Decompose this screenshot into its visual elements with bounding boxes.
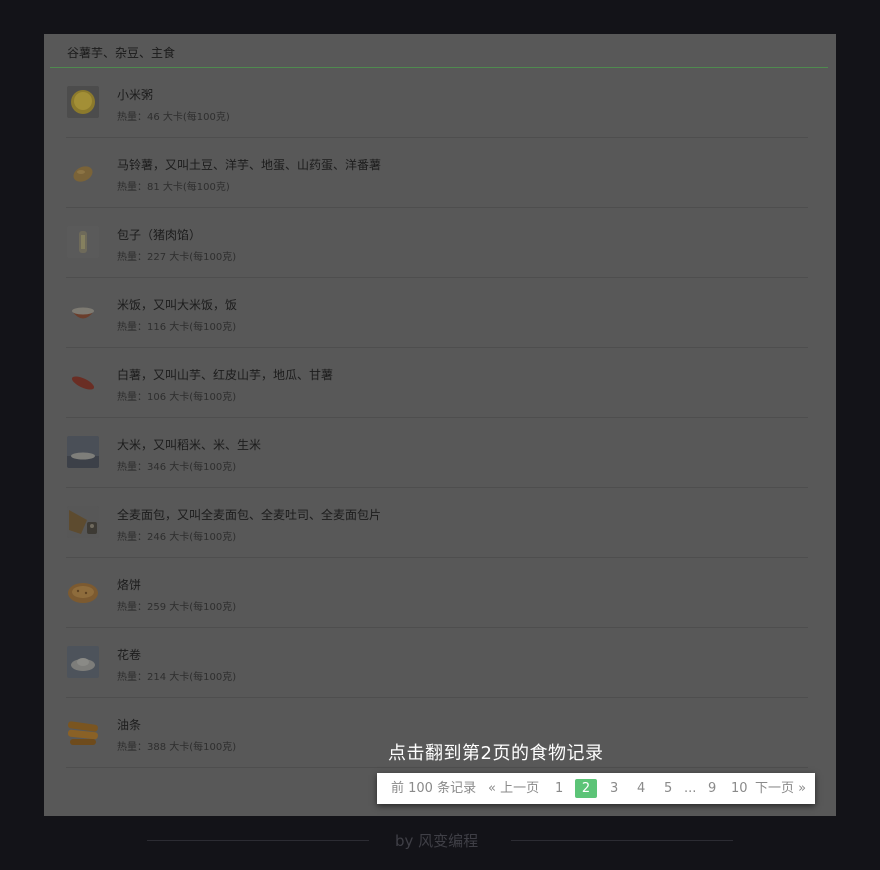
page-link-10[interactable]: 10 xyxy=(731,773,748,804)
food-calories: 热量：81 大卡(每100克) xyxy=(117,182,230,193)
pagination-ellipsis: ... xyxy=(684,781,697,796)
sweet-potato-icon xyxy=(67,366,99,398)
food-name[interactable]: 花卷 xyxy=(117,646,141,663)
footer-divider-left xyxy=(147,840,369,841)
food-name[interactable]: 包子（猪肉馅） xyxy=(117,226,201,243)
food-calories: 热量：106 大卡(每100克) xyxy=(117,392,237,403)
food-calories: 热量：227 大卡(每100克) xyxy=(117,252,237,263)
fried-dough-stick-icon xyxy=(67,716,99,748)
flower-roll-icon xyxy=(67,646,99,678)
food-list-item[interactable]: 全麦面包，又叫全麦面包、全麦吐司、全麦面包片 热量：246 大卡(每100克) xyxy=(66,488,808,558)
food-list-item[interactable]: 包子（猪肉馅） 热量：227 大卡(每100克) xyxy=(66,208,808,278)
food-list-item[interactable]: 花卷 热量：214 大卡(每100克) xyxy=(66,628,808,698)
footer-credit: by 风变编程 xyxy=(395,832,479,850)
page-link-9[interactable]: 9 xyxy=(708,773,716,804)
page-link-2-current[interactable]: 2 xyxy=(575,779,597,798)
food-calories: 热量：246 大卡(每100克) xyxy=(117,532,237,543)
raw-rice-icon xyxy=(67,436,99,468)
food-name[interactable]: 大米，又叫稻米、米、生米 xyxy=(117,436,261,453)
pagination-summary: 前 100 条记录 xyxy=(391,781,477,796)
page-link-1[interactable]: 1 xyxy=(555,773,563,804)
footer-divider-right xyxy=(511,840,733,841)
prev-page-link[interactable]: « 上一页 xyxy=(488,773,539,804)
food-calories: 热量：214 大卡(每100克) xyxy=(117,672,237,683)
food-name[interactable]: 烙饼 xyxy=(117,576,141,593)
food-name[interactable]: 米饭，又叫大米饭，饭 xyxy=(117,296,237,313)
food-list-panel: 谷薯芋、杂豆、主食 小米粥 热量：46 大卡(每100克) 马铃薯，又叫土豆、洋… xyxy=(44,34,836,816)
food-name[interactable]: 马铃薯，又叫土豆、洋芋、地蛋、山药蛋、洋番薯 xyxy=(117,156,381,173)
food-name[interactable]: 油条 xyxy=(117,716,141,733)
food-name[interactable]: 小米粥 xyxy=(117,86,153,103)
food-calories: 热量：46 大卡(每100克) xyxy=(117,112,230,123)
food-list-item[interactable]: 米饭，又叫大米饭，饭 热量：116 大卡(每100克) xyxy=(66,278,808,348)
food-list-item[interactable]: 马铃薯，又叫土豆、洋芋、地蛋、山药蛋、洋番薯 热量：81 大卡(每100克) xyxy=(66,138,808,208)
food-calories: 热量：388 大卡(每100克) xyxy=(117,742,237,753)
next-page-link[interactable]: 下一页 » xyxy=(755,773,806,804)
rice-bowl-icon xyxy=(67,296,99,328)
food-name[interactable]: 全麦面包，又叫全麦面包、全麦吐司、全麦面包片 xyxy=(117,506,381,523)
millet-porridge-icon xyxy=(67,86,99,118)
tutorial-caption: 点击翻到第2页的食物记录 xyxy=(388,743,604,764)
food-calories: 热量：259 大卡(每100克) xyxy=(117,602,237,613)
page-link-5[interactable]: 5 xyxy=(664,773,672,804)
food-calories: 热量：116 大卡(每100克) xyxy=(117,322,237,333)
pancake-icon xyxy=(67,576,99,608)
page-link-3[interactable]: 3 xyxy=(610,773,618,804)
food-name[interactable]: 白薯，又叫山芋、红皮山芋，地瓜、甘薯 xyxy=(117,366,333,383)
page-link-4[interactable]: 4 xyxy=(637,773,645,804)
food-list-item[interactable]: 小米粥 热量：46 大卡(每100克) xyxy=(66,68,808,138)
food-calories: 热量：346 大卡(每100克) xyxy=(117,462,237,473)
category-header: 谷薯芋、杂豆、主食 xyxy=(50,34,828,68)
food-list-item[interactable]: 白薯，又叫山芋、红皮山芋，地瓜、甘薯 热量：106 大卡(每100克) xyxy=(66,348,808,418)
category-title: 谷薯芋、杂豆、主食 xyxy=(67,46,176,60)
food-list-item[interactable]: 大米，又叫稻米、米、生米 热量：346 大卡(每100克) xyxy=(66,418,808,488)
steamed-bun-icon xyxy=(67,226,99,258)
food-list-item[interactable]: 烙饼 热量：259 大卡(每100克) xyxy=(66,558,808,628)
whole-wheat-bread-icon xyxy=(67,506,99,538)
potato-icon xyxy=(67,156,99,188)
pagination: 前 100 条记录 « 上一页 1 2 3 4 5 ... 9 10 下一页 » xyxy=(377,773,815,804)
